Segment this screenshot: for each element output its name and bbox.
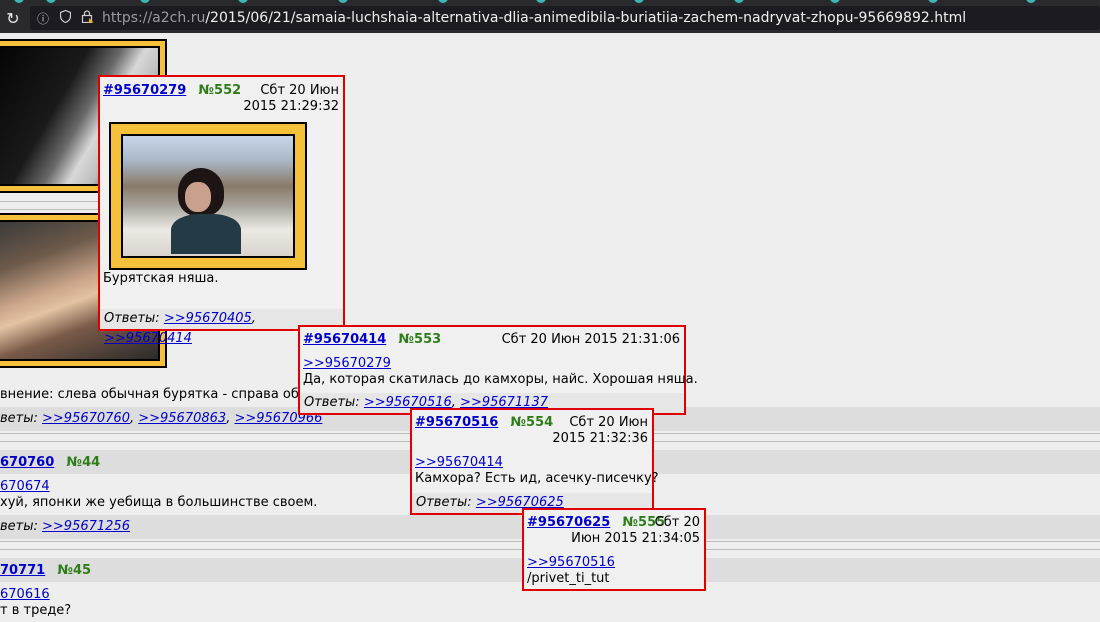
post-id-link[interactable]: #95670279	[103, 83, 186, 98]
post-text: Да, которая скатилась до камхоры, найс. …	[303, 372, 698, 387]
scarf-shape	[171, 214, 241, 254]
replies-label: Ответы:	[416, 495, 472, 510]
reply-link[interactable]: >>95670760	[42, 411, 130, 426]
reload-icon[interactable]: ↻	[2, 9, 24, 28]
url-text[interactable]: https://a2ch.ru/2015/06/21/samaia-luchsh…	[102, 10, 966, 26]
post-id-link[interactable]: 670760	[0, 455, 54, 470]
browser-toolbar: ↻ ⓘ https://a2ch.ru/2015/06/21/samaia-lu…	[0, 3, 1100, 33]
reply-link[interactable]: >>95671256	[42, 519, 130, 534]
post-44-ref: 670674	[0, 479, 50, 494]
post-id-link[interactable]: #95670516	[415, 415, 498, 430]
post-preview-popup[interactable]: #95670279 №552 Сбт 20 Июн 2015 21:29:32 …	[98, 75, 345, 346]
popup-header: #95670279 №552	[103, 83, 241, 98]
post-text: Бурятская няша.	[103, 271, 219, 286]
address-bar[interactable]: ⓘ https://a2ch.ru/2015/06/21/samaia-luch…	[30, 6, 1100, 30]
reply-link[interactable]: >>95670863	[138, 411, 226, 426]
post-number: №44	[66, 455, 101, 470]
post-date: Сбт 20 Июн 2015 21:32:36	[552, 415, 648, 447]
post-44-header: 670760 №44	[0, 455, 100, 470]
post-preview-popup[interactable]: #95670414 №553 Сбт 20 Июн 2015 21:31:06 …	[298, 325, 698, 415]
info-icon[interactable]: ⓘ	[34, 10, 52, 27]
post-44-text: хуй, японки же уебища в большинстве свое…	[0, 495, 318, 510]
girl-photo	[123, 136, 293, 256]
post-ref: >>95670279	[303, 356, 391, 371]
post-number: №45	[57, 563, 92, 578]
post-date-line: Сбт 20	[654, 515, 700, 530]
post-date: Сбт 20 Июн 2015 21:34:05	[571, 515, 700, 547]
reply-link[interactable]: >>95670405	[164, 311, 252, 326]
post-date-line: Июн 2015 21:34:05	[571, 531, 700, 546]
quote-link[interactable]: >>95670414	[415, 455, 503, 470]
shield-icon[interactable]	[56, 9, 74, 26]
quote-link[interactable]: 670616	[0, 587, 50, 602]
replies-label: веты:	[0, 411, 43, 426]
post-45-ref: 670616	[0, 587, 50, 602]
popup-header: #95670414 №553	[303, 332, 441, 347]
post-text: Камхора? Есть ид, асечку-писечку?	[415, 471, 659, 486]
quote-link[interactable]: >>95670516	[527, 555, 615, 570]
post-date-line: 2015 21:32:36	[552, 431, 648, 446]
post-number: №554	[510, 415, 554, 430]
post-date-line: 2015 21:29:32	[243, 99, 339, 114]
post-text: /privet_ti_tut	[527, 571, 610, 586]
url-domain: https://a2ch.ru	[102, 10, 206, 26]
replies-label: веты:	[0, 519, 43, 534]
post-image[interactable]	[109, 122, 307, 270]
thread-page: внение: слева обычная бурятка - справа о…	[0, 33, 1100, 622]
replies-label: Ответы:	[104, 311, 160, 326]
post-id-link[interactable]: 70771	[0, 563, 45, 578]
post-number: №553	[398, 332, 442, 347]
post-date: Сбт 20 Июн 2015 21:29:32	[243, 83, 339, 115]
post-44-replies: веты: >>95671256	[0, 519, 130, 534]
post-date-line: Сбт 20 Июн	[569, 415, 648, 430]
post-45-header: 70771 №45	[0, 563, 91, 578]
replies-label: Ответы:	[304, 395, 360, 410]
quote-link[interactable]: >>95670279	[303, 356, 391, 371]
image-border	[121, 134, 295, 258]
quote-link[interactable]: 670674	[0, 479, 50, 494]
post-id-link[interactable]: #95670414	[303, 332, 386, 347]
face-shape	[185, 182, 211, 212]
url-path: /2015/06/21/samaia-luchshaia-alternativa…	[205, 10, 967, 26]
post-date-line: Сбт 20 Июн	[260, 83, 339, 98]
post-date: Сбт 20 Июн 2015 21:31:06	[501, 332, 680, 347]
post-preview-popup[interactable]: #95670625 №555 Сбт 20 Июн 2015 21:34:05 …	[522, 508, 706, 591]
reply-link[interactable]: >>95670414	[104, 331, 192, 346]
post-45-text: т в треде?	[0, 603, 72, 618]
post-preview-popup[interactable]: #95670516 №554 Сбт 20 Июн 2015 21:32:36 …	[410, 408, 659, 515]
post-number: №552	[198, 83, 242, 98]
comparison-text: внение: слева обычная бурятка - справа о…	[0, 387, 326, 402]
replies-row: веты: >>95670760, >>95670863, >>95670966	[0, 411, 323, 426]
insecure-lock-icon[interactable]	[78, 10, 96, 26]
post-ref: >>95670414	[415, 455, 503, 470]
post-ref: >>95670516	[527, 555, 615, 570]
popup-header: #95670516 №554	[415, 415, 553, 430]
